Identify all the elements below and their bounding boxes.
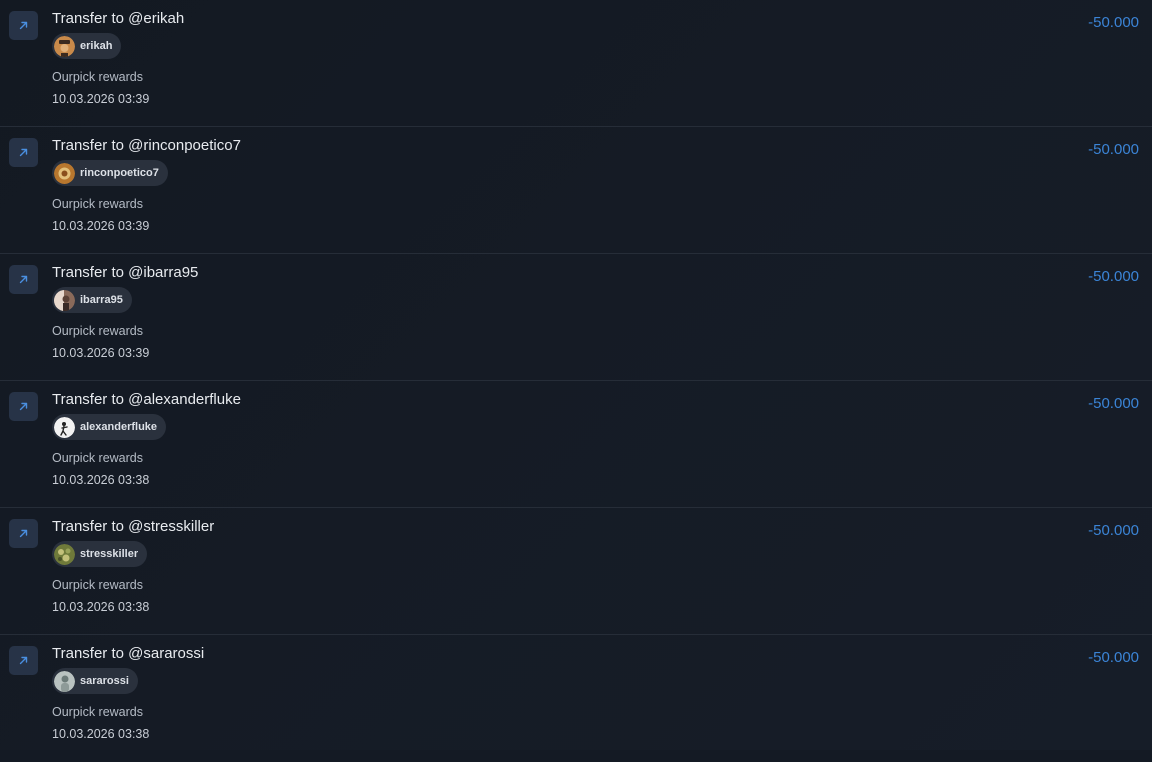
- arrow-up-right-icon: [9, 519, 38, 548]
- user-chip[interactable]: alexanderfluke: [52, 414, 167, 440]
- transaction-date: 10.03.2026 03:38: [52, 473, 150, 487]
- avatar: [54, 35, 75, 57]
- user-chip-name: ibarra95: [80, 294, 123, 306]
- transaction-date: 10.03.2026 03:38: [52, 727, 150, 741]
- transaction-reason: Ourpick rewards: [52, 70, 143, 84]
- user-chip[interactable]: ibarra95: [52, 287, 132, 313]
- transaction-row[interactable]: Transfer to @ibarra95 ibarra95 Ourpick r…: [0, 254, 1152, 381]
- user-chip[interactable]: rinconpoetico7: [52, 160, 168, 186]
- user-chip-name: rinconpoetico7: [80, 167, 159, 179]
- transaction-list: Transfer to @erikah erikah Ourpick rewar…: [0, 0, 1152, 750]
- transaction-reason: Ourpick rewards: [52, 324, 143, 338]
- transaction-row[interactable]: Transfer to @rinconpoetico7 rinconpoetic…: [0, 127, 1152, 254]
- transaction-date: 10.03.2026 03:38: [52, 600, 150, 614]
- user-chip-name: sararossi: [80, 675, 129, 687]
- transaction-date: 10.03.2026 03:39: [52, 92, 150, 106]
- transaction-row[interactable]: Transfer to @sararossi sararossi Ourpick…: [0, 635, 1152, 762]
- transaction-row[interactable]: Transfer to @stresskiller stresskiller O…: [0, 508, 1152, 635]
- transaction-title: Transfer to @alexanderfluke: [52, 391, 241, 408]
- user-chip[interactable]: stresskiller: [52, 541, 148, 567]
- arrow-up-right-icon: [9, 646, 38, 675]
- user-chip-name: stresskiller: [80, 548, 139, 560]
- transaction-amount: -50.000: [1088, 649, 1139, 666]
- transaction-amount: -50.000: [1088, 522, 1139, 539]
- avatar: [54, 543, 75, 565]
- transaction-amount: -50.000: [1088, 268, 1139, 285]
- transaction-reason: Ourpick rewards: [52, 705, 143, 719]
- transaction-reason: Ourpick rewards: [52, 197, 143, 211]
- avatar: [54, 162, 75, 184]
- transaction-row[interactable]: Transfer to @erikah erikah Ourpick rewar…: [0, 0, 1152, 127]
- transaction-title: Transfer to @ibarra95: [52, 264, 199, 281]
- transaction-amount: -50.000: [1088, 14, 1139, 31]
- transaction-row[interactable]: Transfer to @alexanderfluke alexanderflu…: [0, 381, 1152, 508]
- transaction-amount: -50.000: [1088, 141, 1139, 158]
- avatar: [54, 289, 75, 311]
- avatar: [54, 670, 75, 692]
- transaction-title: Transfer to @rinconpoetico7: [52, 137, 241, 154]
- transaction-reason: Ourpick rewards: [52, 451, 143, 465]
- transaction-title: Transfer to @sararossi: [52, 645, 205, 662]
- transaction-date: 10.03.2026 03:39: [52, 219, 150, 233]
- transaction-title: Transfer to @erikah: [52, 10, 185, 27]
- transaction-amount: -50.000: [1088, 395, 1139, 412]
- user-chip[interactable]: erikah: [52, 33, 122, 59]
- arrow-up-right-icon: [9, 138, 38, 167]
- arrow-up-right-icon: [9, 392, 38, 421]
- user-chip[interactable]: sararossi: [52, 668, 138, 694]
- transaction-date: 10.03.2026 03:39: [52, 346, 150, 360]
- arrow-up-right-icon: [9, 265, 38, 294]
- transaction-reason: Ourpick rewards: [52, 578, 143, 592]
- user-chip-name: alexanderfluke: [80, 421, 158, 433]
- transaction-title: Transfer to @stresskiller: [52, 518, 215, 535]
- user-chip-name: erikah: [80, 40, 113, 52]
- avatar: [54, 416, 75, 438]
- arrow-up-right-icon: [9, 11, 38, 40]
